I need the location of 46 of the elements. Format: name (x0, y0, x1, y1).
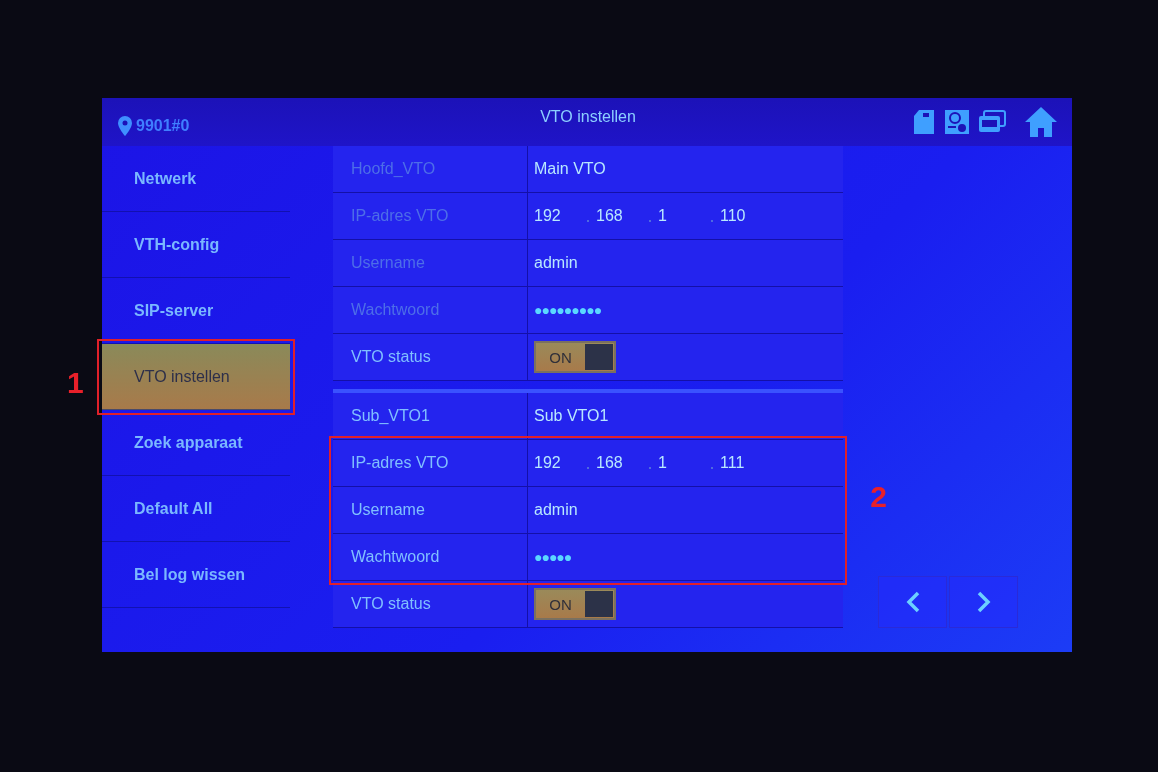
callout-number: 2 (870, 480, 887, 514)
toggle-knob (585, 591, 613, 617)
field-label: Username (333, 487, 528, 533)
previous-button[interactable] (878, 576, 947, 628)
field-label: IP-adres VTO (333, 193, 528, 239)
location-text: 9901#0 (136, 117, 190, 135)
field-value[interactable]: admin (534, 254, 578, 272)
callout-number: 1 (67, 366, 84, 400)
field-label: Username (333, 240, 528, 286)
sidebar-item[interactable]: Zoek apparaat (102, 410, 290, 476)
toggle-switch[interactable]: ON (534, 588, 616, 620)
toggle-knob (585, 344, 613, 370)
ip-octet[interactable]: 192 (534, 454, 580, 472)
chevron-right-icon (976, 591, 991, 613)
password-value[interactable]: ●●●●●●●●● (534, 302, 602, 318)
field-label: IP-adres VTO (333, 440, 528, 486)
ip-octet[interactable]: 168 (596, 454, 642, 472)
ip-octet[interactable]: 168 (596, 207, 642, 225)
field-value[interactable]: Sub VTO1 (534, 407, 609, 425)
storage-settings-icon[interactable] (944, 109, 970, 135)
sidebar-item[interactable]: Netwerk (102, 146, 290, 212)
page-title: VTO instellen (539, 107, 637, 126)
ip-octet[interactable]: 1 (658, 207, 704, 225)
field-label: VTO status (333, 334, 528, 380)
field-value[interactable]: admin (534, 501, 578, 519)
screens-icon[interactable] (978, 110, 1006, 134)
sidebar-item[interactable]: Default All (102, 476, 290, 542)
ip-octet[interactable]: 111 (720, 454, 766, 472)
next-button[interactable] (949, 576, 1018, 628)
home-icon[interactable] (1024, 106, 1058, 138)
sidebar-item[interactable]: Bel log wissen (102, 542, 290, 608)
sidebar-item[interactable]: VTH-config (102, 212, 290, 278)
password-value[interactable]: ●●●●● (534, 549, 572, 565)
field-label: VTO status (333, 581, 528, 627)
toggle-switch[interactable]: ON (534, 341, 616, 373)
ip-octet[interactable]: 1 (658, 454, 704, 472)
ip-octet[interactable]: 192 (534, 207, 580, 225)
location-pin-icon (118, 116, 132, 136)
sd-card-icon[interactable] (912, 109, 936, 135)
chevron-left-icon (905, 591, 920, 613)
field-label: Hoofd_VTO (333, 146, 528, 192)
field-value[interactable]: Main VTO (534, 160, 606, 178)
field-label: Sub_VTO1 (333, 393, 528, 439)
ip-octet[interactable]: 110 (720, 207, 766, 225)
field-label: Wachtwoord (333, 534, 528, 580)
field-label: Wachtwoord (333, 287, 528, 333)
